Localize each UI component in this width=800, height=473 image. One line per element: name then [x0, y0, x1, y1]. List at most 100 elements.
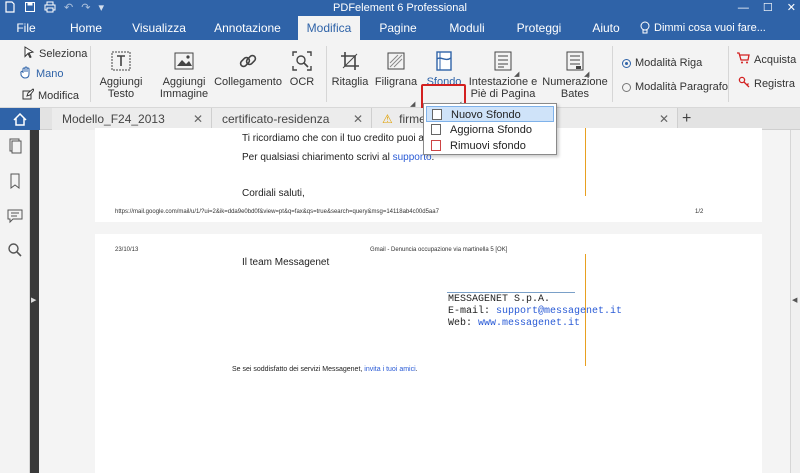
- background-icon: [436, 51, 452, 71]
- close-button[interactable]: ✕: [787, 0, 796, 16]
- page2-team: Il team Messagenet: [242, 257, 330, 268]
- menu-annotazione[interactable]: Annotazione: [200, 16, 295, 40]
- invite-friends-link[interactable]: invita i tuoi amici: [364, 366, 415, 373]
- hand-tool[interactable]: Mano: [20, 66, 64, 82]
- title-bar: ↶ ↷ ▾ PDFelement 6 Professional — ☐ ✕: [0, 0, 800, 16]
- bates-numbering-icon: [566, 51, 584, 71]
- hand-icon: [20, 66, 32, 82]
- menu-aiuto[interactable]: Aiuto: [580, 16, 632, 40]
- menu-pagine[interactable]: Pagine: [363, 16, 433, 40]
- right-panel-splitter[interactable]: ◀: [790, 130, 800, 473]
- promo-suffix: .: [415, 366, 418, 373]
- crop-button[interactable]: Ritaglia: [330, 50, 370, 88]
- company-name: MESSAGENET S.p.A.: [448, 294, 551, 305]
- register-button[interactable]: Registra: [738, 76, 795, 91]
- maximize-button[interactable]: ☐: [763, 0, 773, 16]
- window-title: PDFelement 6 Professional: [333, 2, 467, 14]
- bates-label-1: Numerazione: [542, 76, 608, 88]
- expand-left-panel-icon[interactable]: ▶: [31, 296, 36, 304]
- thumbnails-icon[interactable]: [7, 138, 23, 154]
- header-footer-button[interactable]: Intestazione e Piè di Pagina: [468, 50, 538, 100]
- tab-close-icon[interactable]: ✕: [193, 108, 203, 130]
- watermark-icon: [387, 52, 405, 70]
- watermark-button[interactable]: Filigrana: [374, 50, 418, 88]
- background-button[interactable]: Sfondo: [424, 50, 464, 88]
- menu-item-remove-background[interactable]: Rimuovi sfondo: [426, 138, 554, 154]
- edit-pencil-icon: [22, 88, 35, 103]
- update-background-icon: [431, 124, 441, 135]
- add-text-button[interactable]: Aggiungi Testo: [96, 50, 146, 100]
- radio-selected-icon: [622, 58, 631, 68]
- bates-dropdown-icon[interactable]: ◢: [584, 70, 589, 78]
- header-footer-label-1: Intestazione e: [468, 76, 538, 88]
- tab-label: Modello_F24_2013: [62, 112, 165, 126]
- link-label: Collegamento: [214, 76, 282, 88]
- add-image-button[interactable]: Aggiungi Immagine: [156, 50, 212, 100]
- remove-background-icon: [431, 140, 441, 151]
- link-button[interactable]: Collegamento: [214, 50, 282, 88]
- menu-file[interactable]: File: [0, 16, 52, 40]
- company-email: E-mail: support@messagenet.it: [448, 306, 622, 317]
- header-footer-label-2: Piè di Pagina: [470, 88, 536, 100]
- tab-close-icon[interactable]: ✕: [353, 108, 363, 130]
- ocr-button[interactable]: OCR: [286, 50, 318, 88]
- crop-label: Ritaglia: [331, 76, 369, 88]
- tab-certificato-residenza[interactable]: certificato-residenza ✕: [212, 108, 372, 130]
- cursor-arrow-icon: [24, 46, 35, 61]
- page1-line2-text: Per qualsiasi chiarimento scrivi al: [242, 152, 393, 163]
- menu-visualizza[interactable]: Visualizza: [120, 16, 198, 40]
- page1-line2: Per qualsiasi chiarimento scrivi al supp…: [242, 152, 434, 163]
- page1-orange-rule: [585, 128, 586, 196]
- tab-close-icon[interactable]: ✕: [659, 108, 669, 130]
- mode-line-radio[interactable]: Modalità Riga: [622, 57, 702, 69]
- ocr-icon: [292, 51, 312, 71]
- new-background-icon: [432, 109, 442, 120]
- warning-icon: ⚠: [382, 112, 393, 126]
- tab-modello-f24[interactable]: Modello_F24_2013 ✕: [52, 108, 212, 130]
- mode-paragraph-radio[interactable]: Modalità Paragrafo: [622, 81, 728, 93]
- menu-item-update-background[interactable]: Aggiorna Sfondo: [426, 122, 554, 138]
- new-tab-button[interactable]: +: [682, 108, 691, 130]
- page1-line1: Ti ricordiamo che con il tuo credito puo…: [242, 133, 446, 144]
- signature-rule: [447, 292, 575, 293]
- key-icon: [738, 76, 750, 91]
- menu-moduli[interactable]: Moduli: [436, 16, 498, 40]
- home-tab-button[interactable]: [0, 108, 40, 130]
- register-label: Registra: [754, 77, 795, 90]
- add-image-label-2: Immagine: [159, 88, 209, 100]
- tell-me-search[interactable]: Dimmi cosa vuoi fare...: [640, 16, 766, 40]
- menu-home[interactable]: Home: [55, 16, 117, 40]
- text-box-icon: [111, 51, 131, 71]
- menu-item-label: Rimuovi sfondo: [450, 140, 526, 152]
- bates-numbering-button[interactable]: Numerazione Bates: [540, 50, 610, 100]
- bates-label-2: Bates: [560, 88, 590, 100]
- mode-line-label: Modalità Riga: [635, 57, 703, 69]
- watermark-dropdown-icon[interactable]: ◢: [410, 100, 415, 108]
- menu-modifica[interactable]: Modifica: [298, 16, 360, 40]
- web-label: Web:: [448, 318, 479, 329]
- buy-button[interactable]: Acquista: [736, 52, 796, 67]
- menu-item-label: Nuovo Sfondo: [451, 109, 521, 121]
- edit-tool[interactable]: Modifica: [22, 88, 79, 103]
- expand-right-panel-icon[interactable]: ◀: [792, 296, 797, 304]
- watermark-label: Filigrana: [374, 76, 418, 88]
- company-web: Web: www.messagenet.it: [448, 318, 580, 329]
- document-viewport[interactable]: Ti ricordiamo che con il tuo credito puo…: [39, 128, 790, 473]
- add-image-label-1: Aggiungi: [162, 76, 206, 88]
- email-link[interactable]: support@messagenet.it: [496, 306, 622, 317]
- hand-tool-label: Mano: [36, 68, 64, 80]
- pdf-page-2: 23/10/13 Gmail - Denuncia occupazione vi…: [95, 234, 762, 473]
- bookmark-icon[interactable]: [7, 173, 23, 189]
- header-footer-icon: [494, 51, 512, 71]
- menu-proteggi[interactable]: Proteggi: [500, 16, 578, 40]
- web-link[interactable]: www.messagenet.it: [478, 318, 580, 329]
- select-tool-label: Seleziona: [39, 47, 88, 60]
- menu-item-new-background[interactable]: Nuovo Sfondo: [426, 106, 554, 122]
- link-chain-icon: [239, 54, 257, 68]
- search-icon[interactable]: [7, 242, 23, 258]
- header-footer-dropdown-icon[interactable]: ◢: [514, 70, 519, 78]
- select-tool[interactable]: Seleziona: [24, 46, 87, 61]
- left-panel-splitter[interactable]: ▶: [30, 130, 39, 473]
- minimize-button[interactable]: —: [738, 0, 749, 16]
- comments-icon[interactable]: [7, 208, 23, 224]
